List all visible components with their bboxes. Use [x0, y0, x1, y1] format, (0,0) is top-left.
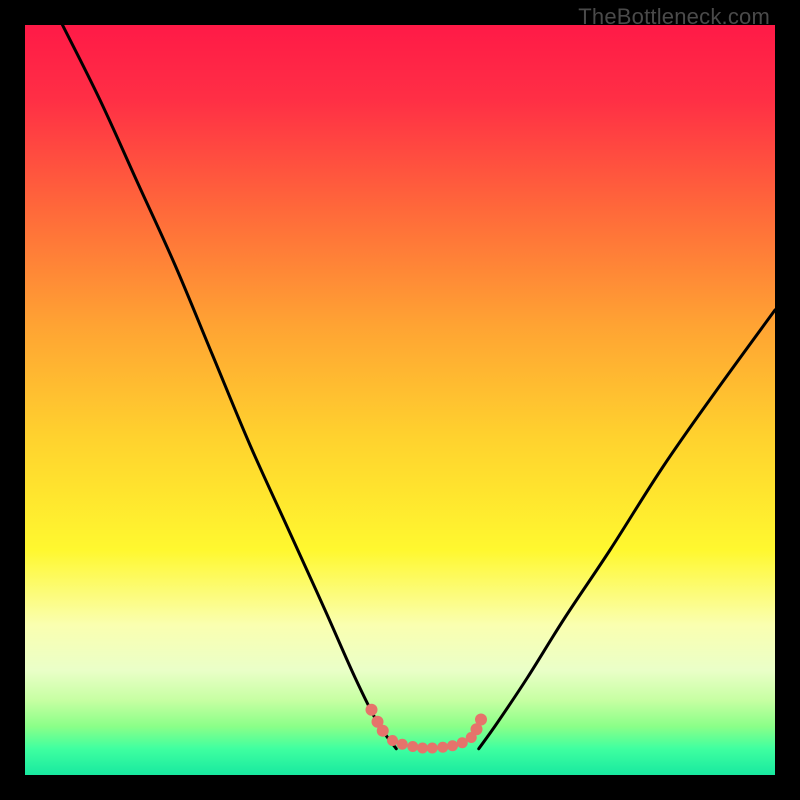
right-branch-curve	[479, 310, 775, 749]
marker-point	[407, 741, 418, 752]
marker-point	[387, 735, 398, 746]
plot-area	[25, 25, 775, 775]
left-branch-curve	[63, 25, 397, 749]
marker-point	[475, 714, 487, 726]
marker-point	[377, 725, 389, 737]
curves-layer	[25, 25, 775, 775]
marker-point	[437, 742, 448, 753]
marker-point	[366, 704, 378, 716]
marker-group	[366, 704, 488, 754]
marker-point	[397, 739, 408, 750]
chart-frame	[25, 25, 775, 775]
watermark-text: TheBottleneck.com	[578, 4, 770, 30]
marker-point	[447, 740, 458, 751]
marker-point	[417, 743, 428, 754]
marker-point	[427, 743, 438, 754]
